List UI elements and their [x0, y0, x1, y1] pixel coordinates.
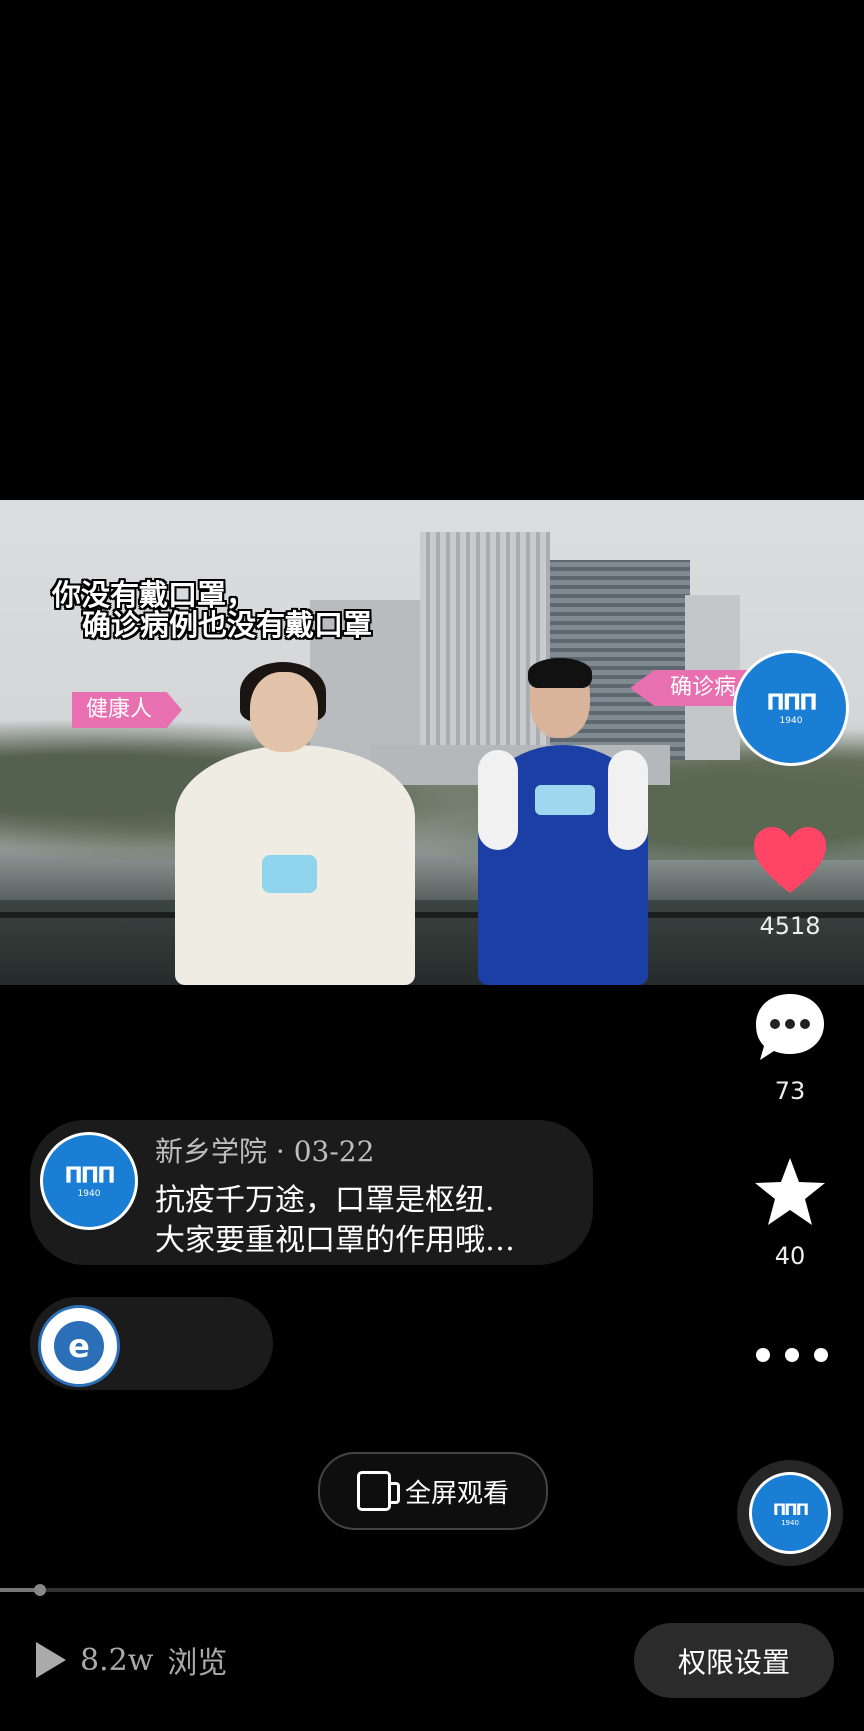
account-avatar[interactable]: ΠΠΠ 1940 [733, 650, 849, 766]
permission-settings-button[interactable]: 权限设置 [634, 1623, 834, 1698]
related-account-logo-letter: e [54, 1321, 104, 1371]
logo-mark: ΠΠΠ [64, 1163, 115, 1189]
logo-year: 1940 [779, 715, 803, 726]
logo-mark: ΠΠΠ [772, 1499, 809, 1519]
logo-mark: ΠΠΠ [766, 690, 817, 716]
star-icon[interactable] [752, 1155, 828, 1231]
fullscreen-button[interactable]: 全屏观看 [318, 1452, 548, 1530]
music-disc[interactable]: ΠΠΠ 1940 [737, 1460, 843, 1566]
post-meta: 新乡学院 · 03-22 [155, 1135, 375, 1168]
tag-healthy: 健康人 [72, 692, 183, 728]
logo-year: 1940 [781, 1518, 799, 1527]
related-account-avatar[interactable]: e [38, 1305, 120, 1387]
video-progress-handle[interactable] [34, 1584, 46, 1596]
video-player[interactable]: 你没有戴口罩， 确诊病例也没有戴口罩 健康人 确诊病 [0, 500, 864, 985]
face-mask-left [262, 855, 317, 893]
person-right-hair [528, 658, 592, 688]
person-right-sleeve [608, 750, 648, 850]
comment-count: 73 [774, 1077, 806, 1105]
view-label: 浏览 [167, 1646, 228, 1681]
view-count: 8.2w [80, 1642, 154, 1678]
video-subtitle-line2: 确诊病例也没有戴口罩 [82, 608, 373, 642]
heart-icon[interactable] [752, 825, 828, 895]
fullscreen-label: 全屏观看 [404, 1478, 509, 1509]
like-count: 4518 [759, 912, 821, 940]
view-stats: 8.2w 浏览 [36, 1638, 227, 1682]
more-options-icon[interactable] [756, 1340, 828, 1370]
background-building [420, 532, 550, 767]
background-railing [0, 912, 864, 918]
comment-icon[interactable] [752, 990, 828, 1066]
favorite-count: 40 [774, 1242, 806, 1270]
play-icon [36, 1642, 66, 1678]
face-mask-right [535, 785, 595, 815]
post-text-line2: 大家要重视口罩的作用哦… [155, 1223, 515, 1258]
post-text-line1: 抗疫千万途，口罩是枢纽. [155, 1183, 495, 1218]
person-left-head [250, 672, 318, 752]
rotate-screen-icon [356, 1471, 400, 1511]
post-author-avatar[interactable]: ΠΠΠ 1940 [40, 1132, 138, 1230]
video-progress-track[interactable] [0, 1588, 864, 1592]
logo-year: 1940 [77, 1188, 101, 1199]
music-disc-logo: ΠΠΠ 1940 [749, 1472, 831, 1554]
person-right-sleeve [478, 750, 518, 850]
